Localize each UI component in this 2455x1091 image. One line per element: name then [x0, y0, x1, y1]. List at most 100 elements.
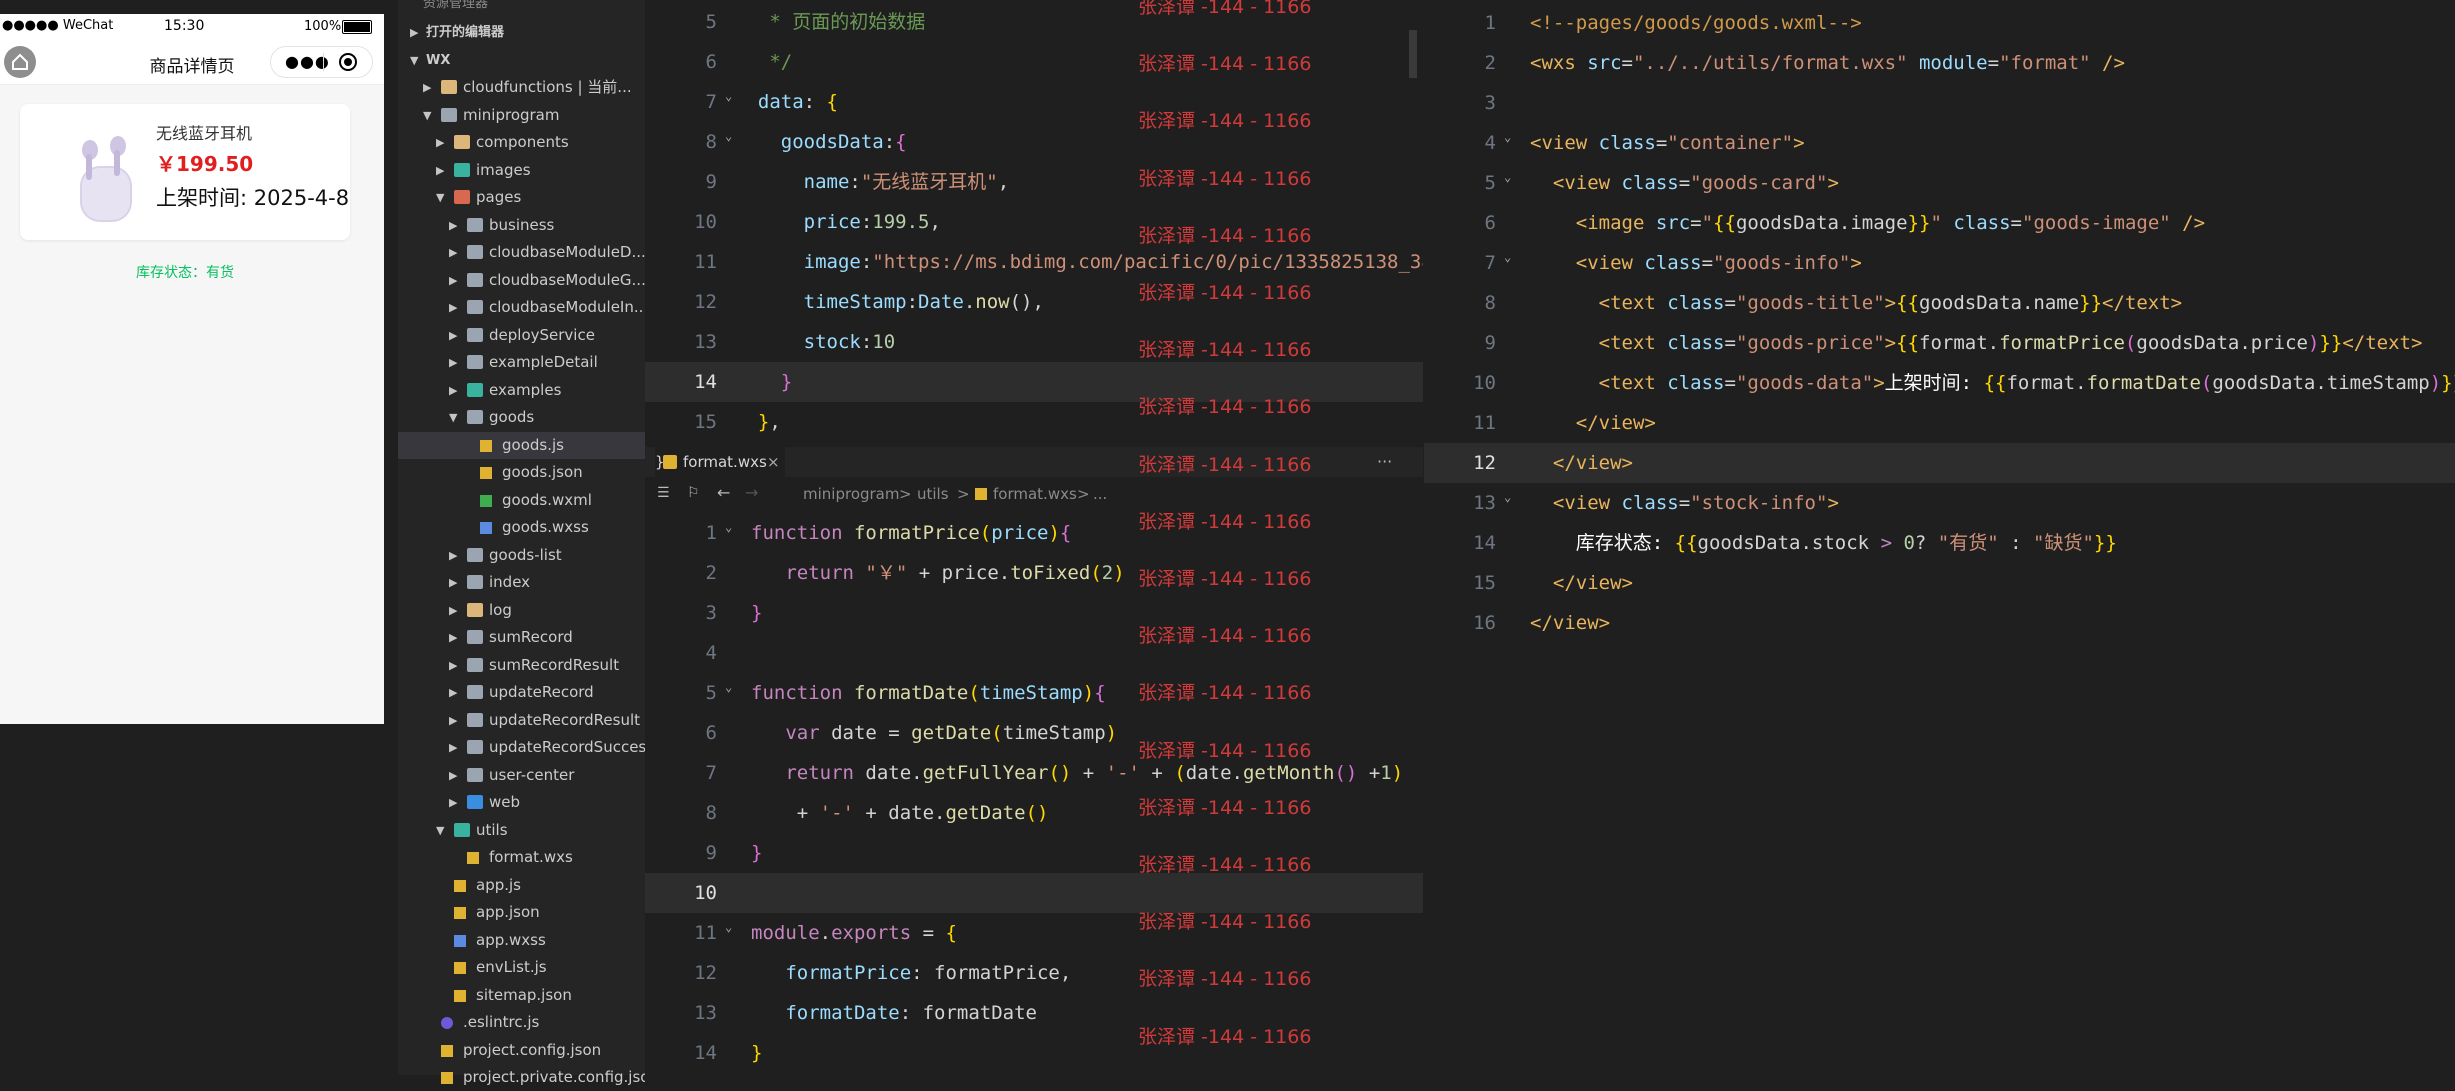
tree-folder[interactable]: ▶ images	[398, 157, 645, 184]
fold-icon[interactable]: ⌄	[1504, 157, 1511, 197]
tree-folder[interactable]: ▶ index	[398, 569, 645, 596]
bookmark-icon[interactable]: ⚐	[687, 485, 700, 501]
tree-file[interactable]: goods.wxss	[398, 514, 645, 541]
fold-icon[interactable]: ⌄	[725, 907, 732, 947]
chevron-right-icon[interactable]: ▶	[449, 267, 457, 294]
tree-folder[interactable]: ▶ business	[398, 212, 645, 239]
close-miniprogram-icon[interactable]	[339, 53, 357, 71]
tree-file[interactable]: project.config.json	[398, 1037, 645, 1064]
code-line[interactable]: 8 <text class="goods-title">{{goodsData.…	[1424, 283, 2455, 323]
chevron-right-icon[interactable]: ▶	[449, 734, 457, 761]
code-line[interactable]: 15 </view>	[1424, 563, 2455, 603]
tree-folder[interactable]: ▶ cloudbaseModuleIn...	[398, 294, 645, 321]
tree-file[interactable]: goods.wxml	[398, 487, 645, 514]
tree-folder[interactable]: ▶ log	[398, 597, 645, 624]
fold-icon[interactable]: ⌄	[1504, 237, 1511, 277]
chevron-right-icon[interactable]: ▶	[449, 624, 457, 651]
code-line[interactable]: 12 </view>	[1424, 443, 2455, 483]
chevron-right-icon[interactable]: ▶	[449, 679, 457, 706]
code-line[interactable]: 11 </view>	[1424, 403, 2455, 443]
tree-file[interactable]: project.private.config.json	[398, 1064, 645, 1091]
chevron-down-icon[interactable]: ▼	[410, 47, 418, 74]
breadcrumb-miniprogram[interactable]: miniprogram	[803, 485, 899, 503]
tree-folder[interactable]: ▶ 打开的编辑器	[398, 19, 645, 46]
tree-folder[interactable]: ▼ pages	[398, 184, 645, 211]
code-line[interactable]: 16 </view>	[1424, 603, 2455, 643]
tree-file[interactable]: sitemap.json	[398, 982, 645, 1009]
breadcrumb-utils[interactable]: utils	[917, 485, 949, 503]
chevron-right-icon[interactable]: ▶	[449, 322, 457, 349]
chevron-down-icon[interactable]: ▼	[449, 404, 457, 431]
code-line[interactable]: 10 <text class="goods-data">上架时间: {{form…	[1424, 363, 2455, 403]
chevron-right-icon[interactable]: ▶	[449, 212, 457, 239]
chevron-right-icon[interactable]: ▶	[449, 652, 457, 679]
chevron-right-icon[interactable]: ▶	[449, 349, 457, 376]
chevron-right-icon[interactable]: ▶	[449, 707, 457, 734]
close-icon[interactable]: ×	[767, 447, 780, 477]
chevron-down-icon[interactable]: ▼	[436, 817, 444, 844]
tree-folder[interactable]: ▶ exampleDetail	[398, 349, 645, 376]
tree-file[interactable]: app.wxss	[398, 927, 645, 954]
code-line[interactable]: 9 <text class="goods-price">{{format.for…	[1424, 323, 2455, 363]
chevron-right-icon[interactable]: ▶	[449, 294, 457, 321]
code-line[interactable]: 5 ⌄ <view class="goods-card">	[1424, 163, 2455, 203]
tree-folder[interactable]: ▼ miniprogram	[398, 102, 645, 129]
chevron-right-icon[interactable]: ▶	[436, 129, 444, 156]
tree-folder[interactable]: ▶ components	[398, 129, 645, 156]
breadcrumb-more[interactable]: ...	[1093, 485, 1107, 503]
tree-folder[interactable]: ▶ cloudfunctions | 当前...	[398, 74, 645, 101]
chevron-right-icon[interactable]: ▶	[449, 569, 457, 596]
fold-icon[interactable]: ⌄	[725, 507, 732, 547]
forward-arrow-icon[interactable]: →	[745, 483, 758, 502]
tree-folder[interactable]: ▶ user-center	[398, 762, 645, 789]
more-actions-icon[interactable]: ···	[1377, 447, 1392, 477]
code-line[interactable]: 4 ⌄ <view class="container">	[1424, 123, 2455, 163]
code-line[interactable]: 14 库存状态: {{goodsData.stock > 0? "有货" : "…	[1424, 523, 2455, 563]
chevron-right-icon[interactable]: ▶	[423, 74, 431, 101]
fold-icon[interactable]: ⌄	[725, 116, 732, 156]
code-line[interactable]: 6 <image src="{{goodsData.image}}" class…	[1424, 203, 2455, 243]
tree-folder[interactable]: ▼ goods	[398, 404, 645, 431]
chevron-right-icon[interactable]: ▶	[410, 19, 418, 46]
code-line[interactable]: 1 <!--pages/goods/goods.wxml-->	[1424, 3, 2455, 43]
tree-folder[interactable]: ▶ deployService	[398, 322, 645, 349]
fold-icon[interactable]: ⌄	[1504, 477, 1511, 517]
code-line[interactable]: 3	[1424, 83, 2455, 123]
code-line[interactable]: 11 image:"https://ms.bdimg.com/pacific/0…	[645, 242, 1423, 282]
tree-folder[interactable]: ▶ sumRecord	[398, 624, 645, 651]
chevron-right-icon[interactable]: ▶	[436, 157, 444, 184]
tree-file[interactable]: format.wxs	[398, 844, 645, 871]
tree-folder[interactable]: ▼ utils	[398, 817, 645, 844]
tree-folder[interactable]: ▶ web	[398, 789, 645, 816]
tree-file[interactable]: app.js	[398, 872, 645, 899]
fold-icon[interactable]: ⌄	[1504, 117, 1511, 157]
chevron-down-icon[interactable]: ▼	[423, 102, 431, 129]
fold-icon[interactable]: ⌄	[725, 667, 732, 707]
chevron-right-icon[interactable]: ▶	[449, 239, 457, 266]
tree-file[interactable]: goods.json	[398, 459, 645, 486]
fold-icon[interactable]: ⌄	[725, 76, 732, 116]
code-line[interactable]: 13 ⌄ <view class="stock-info">	[1424, 483, 2455, 523]
tree-folder[interactable]: ▼ WX	[398, 47, 645, 74]
chevron-down-icon[interactable]: ▼	[436, 184, 444, 211]
scrollbar[interactable]	[1409, 30, 1417, 78]
tab-format-wxs[interactable]: format.wxs × }	[655, 447, 785, 477]
tree-folder[interactable]: ▶ updateRecord	[398, 679, 645, 706]
code-line[interactable]: 2 <wxs src="../../utils/format.wxs" modul…	[1424, 43, 2455, 83]
tree-file[interactable]: envList.js	[398, 954, 645, 981]
back-arrow-icon[interactable]: ←	[717, 483, 730, 502]
tree-file[interactable]: goods.js	[398, 431, 645, 459]
tree-folder[interactable]: ▶ goods-list	[398, 542, 645, 569]
tree-folder[interactable]: ▶ cloudbaseModuleD...	[398, 239, 645, 266]
chevron-right-icon[interactable]: ▶	[449, 762, 457, 789]
chevron-right-icon[interactable]: ▶	[449, 597, 457, 624]
chevron-right-icon[interactable]: ▶	[449, 542, 457, 569]
tree-folder[interactable]: ▶ updateRecordResult	[398, 707, 645, 734]
tree-file[interactable]: .eslintrc.js	[398, 1009, 645, 1036]
list-icon[interactable]: ☰	[657, 485, 670, 501]
editor-goods-wxml[interactable]: 1 <!--pages/goods/goods.wxml--> 2 <wxs src=…	[1424, 0, 2455, 1075]
breadcrumb-file[interactable]: format.wxs	[993, 485, 1077, 503]
tree-file[interactable]: app.json	[398, 899, 645, 926]
tree-folder[interactable]: ▶ examples	[398, 377, 645, 404]
tree-folder[interactable]: ▶ updateRecordSuccess	[398, 734, 645, 761]
